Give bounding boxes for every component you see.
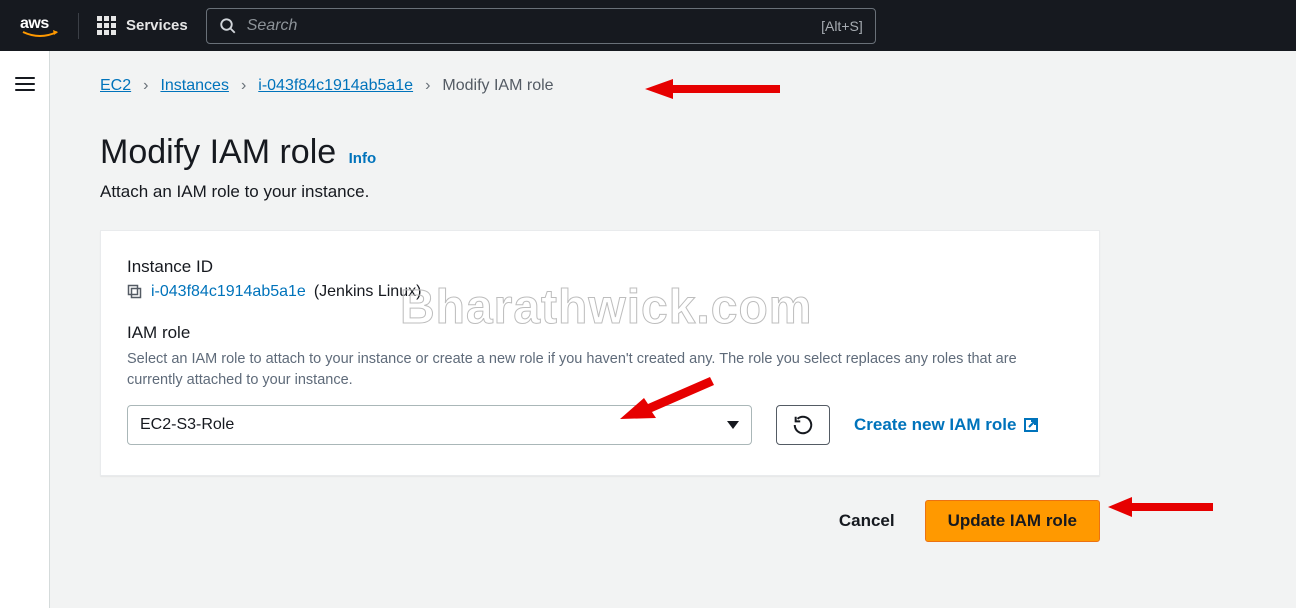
form-footer: Cancel Update IAM role [100, 500, 1100, 542]
info-link[interactable]: Info [349, 150, 377, 167]
search-shortcut: [Alt+S] [821, 18, 863, 34]
grid-icon [97, 16, 116, 35]
refresh-icon [792, 414, 814, 436]
main-content: EC2 › Instances › i-043f84c1914ab5a1e › … [50, 51, 1296, 608]
global-search[interactable]: [Alt+S] [206, 8, 876, 44]
top-nav: aws Services [Alt+S] [0, 0, 1296, 51]
search-icon [219, 17, 237, 35]
svg-text:aws: aws [20, 15, 49, 32]
chevron-right-icon: › [143, 77, 148, 95]
iam-role-panel: Instance ID i-043f84c1914ab5a1e (Jenkins… [100, 230, 1100, 476]
side-panel-handle [0, 51, 50, 608]
page-subtitle: Attach an IAM role to your instance. [100, 182, 1256, 202]
iam-role-help-text: Select an IAM role to attach to your ins… [127, 349, 1067, 391]
breadcrumb-link-instances[interactable]: Instances [160, 77, 228, 95]
instance-id-link[interactable]: i-043f84c1914ab5a1e [151, 283, 306, 301]
page-title: Modify IAM role [100, 133, 336, 172]
copy-icon[interactable] [127, 284, 143, 300]
iam-role-selected-value: EC2-S3-Role [140, 416, 234, 434]
cancel-button[interactable]: Cancel [833, 501, 901, 541]
create-iam-role-label: Create new IAM role [854, 415, 1017, 435]
iam-role-label: IAM role [127, 323, 1073, 343]
instance-id-label: Instance ID [127, 257, 1073, 277]
breadcrumb-current: Modify IAM role [442, 77, 553, 95]
search-input[interactable] [247, 17, 811, 35]
page-header: Modify IAM role Info Attach an IAM role … [100, 133, 1256, 202]
refresh-button[interactable] [776, 405, 830, 445]
breadcrumb-link-instance-id[interactable]: i-043f84c1914ab5a1e [258, 77, 413, 95]
iam-role-controls: EC2-S3-Role Create new IAM role [127, 405, 1073, 445]
breadcrumb: EC2 › Instances › i-043f84c1914ab5a1e › … [100, 77, 1256, 95]
external-link-icon [1023, 417, 1039, 433]
chevron-right-icon: › [241, 77, 246, 95]
nav-divider [78, 13, 79, 39]
update-iam-role-button[interactable]: Update IAM role [925, 500, 1100, 542]
hamburger-icon[interactable] [15, 77, 35, 91]
instance-id-row: i-043f84c1914ab5a1e (Jenkins Linux) [127, 283, 1073, 301]
services-label: Services [126, 17, 188, 34]
iam-role-select[interactable]: EC2-S3-Role [127, 405, 752, 445]
services-menu-button[interactable]: Services [97, 16, 188, 35]
instance-name: (Jenkins Linux) [314, 283, 422, 301]
chevron-down-icon [727, 421, 739, 429]
aws-logo[interactable]: aws [20, 14, 60, 38]
chevron-right-icon: › [425, 77, 430, 95]
breadcrumb-link-ec2[interactable]: EC2 [100, 77, 131, 95]
create-iam-role-link[interactable]: Create new IAM role [854, 415, 1039, 435]
